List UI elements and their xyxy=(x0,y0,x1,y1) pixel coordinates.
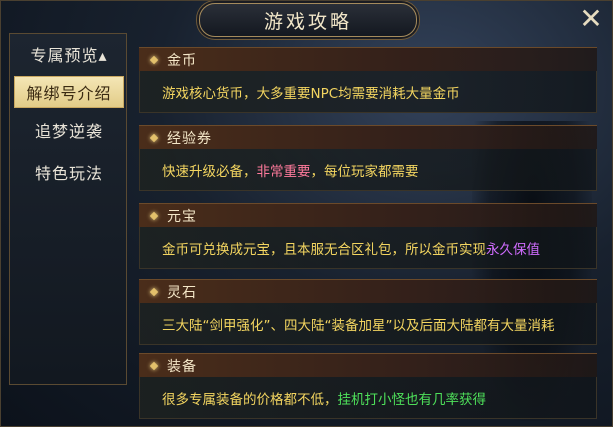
guide-content: 金币 游戏核心货币，大多重要NPC均需要消耗大量金币 经验券 快速升级必备，非常… xyxy=(139,41,599,423)
close-icon[interactable]: ✕ xyxy=(576,5,606,35)
section-body: 金币可兑换成元宝，且本服无合区礼包，所以金币实现永久保值 xyxy=(139,227,597,269)
section-body: 游戏核心货币，大多重要NPC均需要消耗大量金币 xyxy=(139,71,597,113)
section-text: 金币可兑换成元宝，且本服无合区礼包，所以金币实现永久保值 xyxy=(162,238,540,258)
section-title: 经验券 xyxy=(167,130,212,147)
section-title: 装备 xyxy=(167,358,197,375)
section-spirit-stone: 灵石 三大陆“剑甲强化”、四大陆“装备加星”以及后面大陆都有大量消耗 xyxy=(139,279,597,345)
sidebar-item-label: 专属预览▴ xyxy=(30,46,108,65)
section-title: 灵石 xyxy=(167,284,197,301)
section-equipment: 装备 很多专属装备的价格都不低，挂机打小怪也有几率获得 xyxy=(139,353,597,419)
text-part: 很多专属装备的价格都不低， xyxy=(162,391,338,408)
section-header: 灵石 xyxy=(139,279,597,303)
sidebar-item-unbind-intro[interactable]: 解绑号介绍 xyxy=(14,76,124,108)
diamond-bullet-icon xyxy=(149,287,159,296)
section-yuanbao: 元宝 金币可兑换成元宝，且本服无合区礼包，所以金币实现永久保值 xyxy=(139,203,597,269)
game-guide-window: 游戏攻略 ✕ 专属预览▴ 解绑号介绍 追梦逆袭 特色玩法 金币 游戏核心货币，大… xyxy=(0,0,613,427)
section-body: 三大陆“剑甲强化”、四大陆“装备加星”以及后面大陆都有大量消耗 xyxy=(139,303,597,345)
section-title: 元宝 xyxy=(167,208,197,225)
diamond-bullet-icon xyxy=(149,55,159,64)
diamond-bullet-icon xyxy=(149,211,159,220)
sidebar-item-label: 追梦逆袭 xyxy=(34,122,103,141)
sidebar-item-exclusive-preview[interactable]: 专属预览▴ xyxy=(14,38,124,70)
section-header: 金币 xyxy=(139,47,597,71)
section-text: 快速升级必备，非常重要，每位玩家都需要 xyxy=(162,160,419,180)
section-gold: 金币 游戏核心货币，大多重要NPC均需要消耗大量金币 xyxy=(139,47,597,113)
highlight-text: 非常重要 xyxy=(256,163,311,180)
section-exp-voucher: 经验券 快速升级必备，非常重要，每位玩家都需要 xyxy=(139,125,597,191)
sidebar-item-label: 特色玩法 xyxy=(34,164,103,183)
section-text: 游戏核心货币，大多重要NPC均需要消耗大量金币 xyxy=(162,85,460,102)
sidebar-item-dream-chase[interactable]: 追梦逆袭 xyxy=(14,114,124,146)
section-title: 金币 xyxy=(167,52,197,69)
text-part: ，每位玩家都需要 xyxy=(310,163,419,180)
section-header: 装备 xyxy=(139,353,597,377)
highlight-text: 永久保值 xyxy=(486,241,540,258)
highlight-text: 挂机打小怪也有几率获得 xyxy=(337,391,487,408)
sidebar-item-label: 解绑号介绍 xyxy=(26,84,112,103)
section-header: 元宝 xyxy=(139,203,597,227)
diamond-bullet-icon xyxy=(149,361,159,370)
section-text: 很多专属装备的价格都不低，挂机打小怪也有几率获得 xyxy=(162,388,486,408)
diamond-bullet-icon xyxy=(149,133,159,142)
window-title: 游戏攻略 xyxy=(263,10,352,33)
section-body: 快速升级必备，非常重要，每位玩家都需要 xyxy=(139,149,597,191)
title-plate: 游戏攻略 xyxy=(199,3,417,37)
sidebar: 专属预览▴ 解绑号介绍 追梦逆袭 特色玩法 xyxy=(9,33,127,385)
text-part: 金币可兑换成元宝，且本服无合区礼包，所以金币实现 xyxy=(162,241,486,258)
text-part: 快速升级必备， xyxy=(162,163,257,180)
sidebar-item-features[interactable]: 特色玩法 xyxy=(14,156,124,188)
section-text: 三大陆“剑甲强化”、四大陆“装备加星”以及后面大陆都有大量消耗 xyxy=(162,317,555,334)
section-body: 很多专属装备的价格都不低，挂机打小怪也有几率获得 xyxy=(139,377,597,419)
section-header: 经验券 xyxy=(139,125,597,149)
